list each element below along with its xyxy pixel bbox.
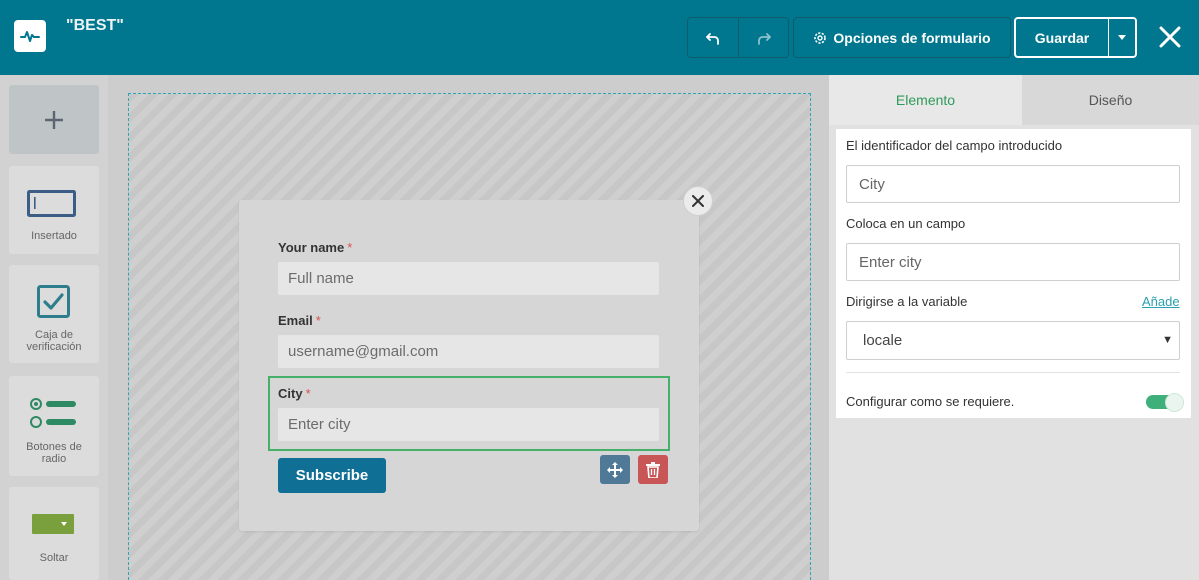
required-mark: * <box>315 313 321 328</box>
field-label-text: City <box>278 386 303 401</box>
required-toggle[interactable] <box>1146 393 1184 412</box>
field-label-email: Email * <box>278 313 321 328</box>
sidebar-item-radio[interactable]: Botones de radio <box>9 376 99 476</box>
checkbox-icon <box>37 285 70 318</box>
placeholder-label: Coloca en un campo <box>846 216 966 231</box>
save-button[interactable]: Guardar <box>1016 19 1108 56</box>
email-input[interactable]: username@gmail.com <box>278 335 659 368</box>
field-id-label: El identificador del campo introducido <box>846 138 1063 153</box>
variable-select-value: locale <box>863 332 903 349</box>
gear-icon <box>814 31 827 44</box>
variable-select[interactable]: locale ▼ <box>846 321 1180 360</box>
tab-design[interactable]: Diseño <box>1022 75 1199 125</box>
field-label-name: Your name * <box>278 240 352 255</box>
add-variable-link[interactable]: Añade <box>1142 294 1180 309</box>
form-options-button[interactable]: Opciones de formulario <box>793 17 1011 58</box>
plus-icon <box>45 110 63 129</box>
delete-field-button[interactable] <box>638 455 668 484</box>
variable-label: Dirigirse a la variable <box>846 294 968 309</box>
redo-icon <box>757 32 771 45</box>
close-icon <box>692 195 704 207</box>
redo-button[interactable] <box>738 18 788 57</box>
field-label-text: Email <box>278 313 313 328</box>
sidebar-item-label: Botones de radio <box>26 441 82 465</box>
undo-redo-group <box>687 17 789 58</box>
save-button-group: Guardar <box>1014 17 1137 58</box>
required-mark: * <box>305 386 311 401</box>
required-mark: * <box>347 240 353 255</box>
field-label-text: Your name <box>278 240 345 255</box>
elements-sidebar: Insertado Caja de verificación Botones d… <box>0 75 108 580</box>
toggle-knob <box>1165 393 1184 412</box>
chevron-down-icon <box>1118 35 1126 40</box>
move-field-button[interactable] <box>600 455 630 484</box>
sidebar-item-label: Insertado <box>31 230 77 242</box>
sidebar-item-checkbox[interactable]: Caja de verificación <box>9 265 99 363</box>
embedded-form-icon <box>27 190 76 217</box>
field-label-city: City * <box>278 386 311 401</box>
close-icon <box>1159 26 1181 48</box>
placeholder-input[interactable]: Enter city <box>846 243 1180 281</box>
divider <box>846 372 1180 373</box>
dropdown-icon <box>32 514 74 534</box>
app-logo-icon[interactable] <box>14 20 46 52</box>
subscribe-button[interactable]: Subscribe <box>278 458 386 493</box>
add-element-button[interactable] <box>9 85 99 154</box>
undo-button[interactable] <box>688 18 738 57</box>
move-icon <box>607 461 623 478</box>
sidebar-item-label: Caja de verificación <box>26 329 82 353</box>
radio-buttons-icon <box>30 398 76 428</box>
required-toggle-label: Configurar como se requiere. <box>846 394 1015 409</box>
close-editor-button[interactable] <box>1155 22 1185 52</box>
sidebar-item-dropdown[interactable]: Soltar <box>9 487 99 580</box>
tab-element[interactable]: Elemento <box>829 75 1022 125</box>
sidebar-item-embedded[interactable]: Insertado <box>9 166 99 254</box>
form-title[interactable]: "BEST" <box>66 17 124 35</box>
trash-icon <box>646 461 660 478</box>
sidebar-item-label: Soltar <box>39 552 69 564</box>
save-options-dropdown[interactable] <box>1108 19 1135 56</box>
top-bar: "BEST" Opciones de formulario Guardar <box>0 0 1199 75</box>
undo-icon <box>706 32 719 45</box>
name-input[interactable]: Full name <box>278 262 659 295</box>
city-input[interactable]: Enter city <box>278 408 659 441</box>
form-options-label: Opciones de formulario <box>833 29 991 46</box>
field-id-input[interactable]: City <box>846 165 1180 203</box>
chevron-down-icon: ▼ <box>1162 334 1173 346</box>
close-form-button[interactable] <box>683 186 713 216</box>
